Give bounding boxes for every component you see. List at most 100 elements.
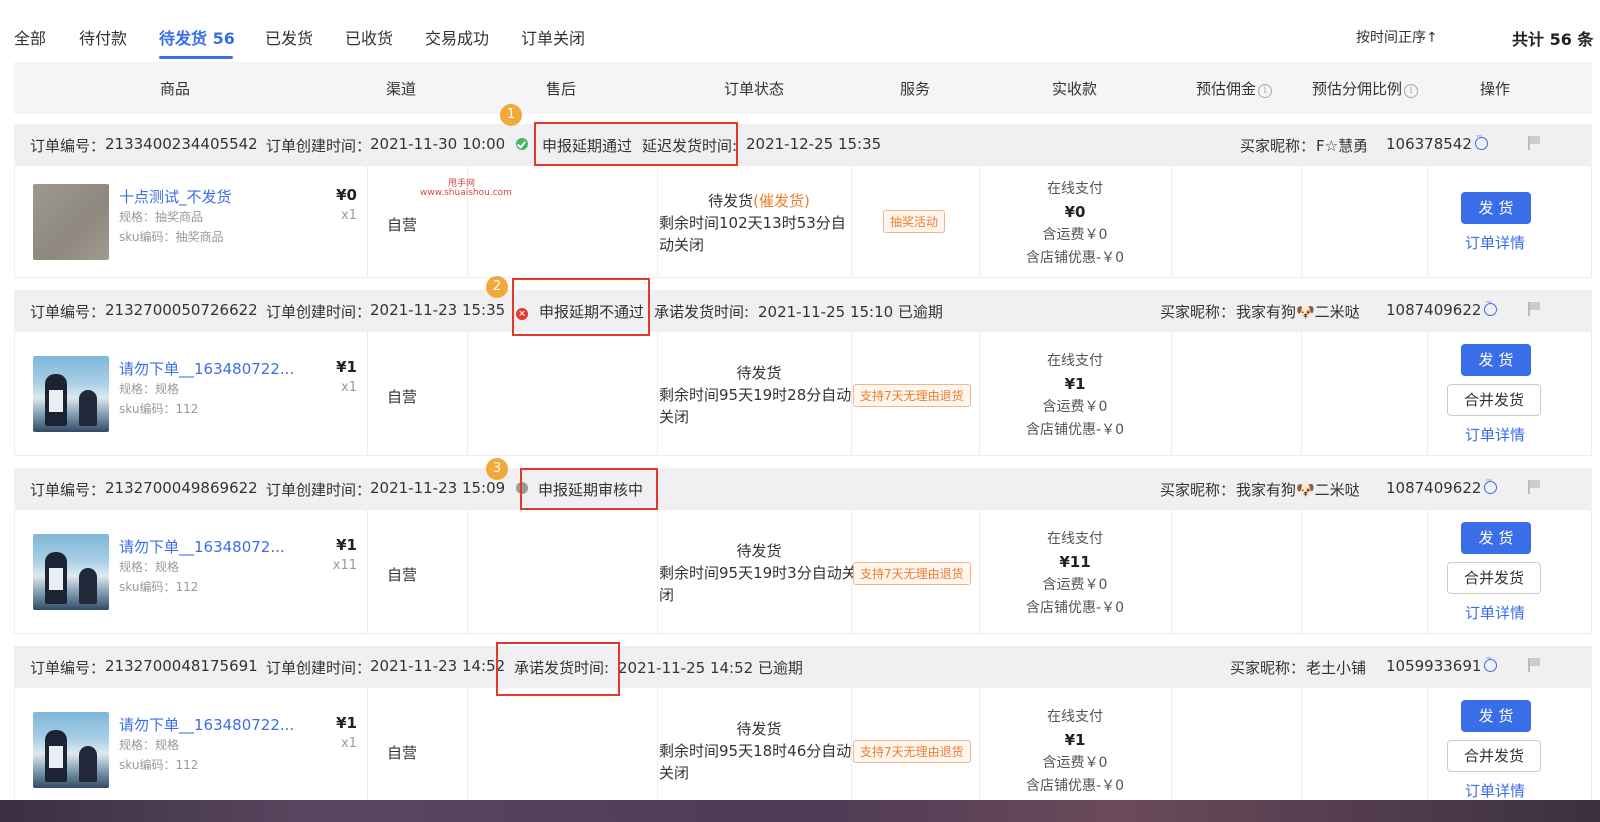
sort-toggle[interactable]: 按时间正序↑ <box>1356 27 1438 47</box>
flag-icon[interactable] <box>1528 658 1540 672</box>
order-no-label: 订单编号： <box>30 137 106 155</box>
flag-icon[interactable] <box>1528 136 1540 150</box>
buyer-contact[interactable]: 1087409622 <box>1386 298 1498 319</box>
tab-completed[interactable]: 交易成功 <box>425 25 489 49</box>
product-thumbnail[interactable] <box>33 712 109 788</box>
product-spec: 规格：抽奖商品 <box>119 210 204 224</box>
product-thumbnail[interactable] <box>33 534 109 610</box>
status-main: 待发货 <box>736 720 782 738</box>
tab-received[interactable]: 已收货 <box>345 25 393 49</box>
shop-discount: 含店铺优惠-￥0 <box>1026 778 1124 794</box>
order-no[interactable]: 2132700048175691 <box>105 657 258 675</box>
buyer-id: 1059933691 <box>1386 657 1482 675</box>
shop-discount: 含店铺优惠-￥0 <box>1026 250 1124 266</box>
merge-ship-button[interactable]: 合并发货 <box>1447 562 1541 594</box>
product-name[interactable]: 请勿下单__163480722... <box>119 358 294 379</box>
order-body: 请勿下单__163480722... 规格：规格 sku编码：112 ¥1 x1… <box>14 688 1592 812</box>
created-at: 2021-11-23 14:52 <box>370 657 506 675</box>
created-at-label: 订单创建时间： <box>266 137 372 155</box>
product-name[interactable]: 请勿下单__163480722... <box>119 714 294 735</box>
tab-pending-payment[interactable]: 待付款 <box>79 25 127 49</box>
merge-ship-button[interactable]: 合并发货 <box>1447 740 1541 772</box>
promise-label: 承诺发货时间: <box>654 303 750 321</box>
product-price: ¥1 <box>336 714 357 732</box>
product-sku: sku编码：112 <box>119 580 199 594</box>
ship-button[interactable]: 发 货 <box>1461 344 1531 376</box>
info-icon[interactable]: i <box>1404 84 1419 98</box>
product-name[interactable]: 十点测试_不发货 <box>119 186 232 207</box>
pay-method: 在线支付 <box>1047 709 1103 725</box>
chat-icon <box>1484 298 1498 316</box>
approved-icon <box>516 135 528 153</box>
tab-all[interactable]: 全部 <box>14 25 46 49</box>
ship-button[interactable]: 发 货 <box>1461 700 1531 732</box>
order-detail-link[interactable]: 订单详情 <box>1465 602 1525 623</box>
product-thumbnail[interactable] <box>33 356 109 432</box>
shipping-fee: 含运费￥0 <box>1042 755 1108 771</box>
ship-button[interactable]: 发 货 <box>1461 522 1531 554</box>
col-service: 服务 <box>900 80 931 98</box>
urge-shipment-tag: (催发货) <box>753 192 810 210</box>
tab-shipped[interactable]: 已发货 <box>265 25 313 49</box>
order-tabs: 全部 待付款 待发货 56 已发货 已收货 交易成功 订单关闭 按时间正序↑ 共… <box>0 0 1600 60</box>
service-tag: 支持7天无理由退货 <box>853 562 971 585</box>
order-detail-link[interactable]: 订单详情 <box>1465 780 1525 801</box>
flag-icon[interactable] <box>1528 480 1540 494</box>
ship-button[interactable]: 发 货 <box>1461 192 1531 224</box>
promise-time-overdue: 2021-11-25 15:10 已逾期 <box>758 303 943 321</box>
product-name[interactable]: 请勿下单__16348072... <box>119 536 285 557</box>
status-main: 待发货 <box>736 364 782 382</box>
order-header: 订单编号： 2132700048175691 订单创建时间： 2021-11-2… <box>14 646 1592 688</box>
merge-ship-button[interactable]: 合并发货 <box>1447 384 1541 416</box>
tab-closed[interactable]: 订单关闭 <box>521 25 585 49</box>
order-no[interactable]: 2132700049869622 <box>105 479 258 497</box>
pay-amount: ¥1 <box>1064 375 1086 393</box>
step-badge: 3 <box>486 458 508 480</box>
tab-pending-shipment[interactable]: 待发货 56 <box>159 25 235 49</box>
pay-method: 在线支付 <box>1047 531 1103 547</box>
created-at: 2021-11-30 10:00 <box>370 135 506 153</box>
pay-method: 在线支付 <box>1047 353 1103 369</box>
info-icon[interactable]: i <box>1258 84 1273 98</box>
created-at-label: 订单创建时间： <box>266 481 372 499</box>
order-no[interactable]: 2133400234405542 <box>105 135 258 153</box>
order-detail-link[interactable]: 订单详情 <box>1465 424 1525 445</box>
order-no[interactable]: 2132700050726622 <box>105 301 258 319</box>
order-no-label: 订单编号： <box>30 659 106 677</box>
col-action: 操作 <box>1480 80 1511 98</box>
order-body: 十点测试_不发货 规格：抽奖商品 sku编码：抽奖商品 ¥0 x1 自营 待发货… <box>14 166 1592 278</box>
watermark: www.shuaishou.com <box>420 188 512 198</box>
payment-info: 在线支付 ¥1 含运费￥0 含店铺优惠-￥0 <box>1005 706 1145 798</box>
highlight-box <box>512 278 650 336</box>
product-sku: sku编码：抽奖商品 <box>119 230 224 244</box>
shipping-fee: 含运费￥0 <box>1042 577 1108 593</box>
highlight-box <box>496 642 620 696</box>
shipping-fee: 含运费￥0 <box>1042 227 1108 243</box>
order-body: 请勿下单__163480722... 规格：规格 sku编码：112 ¥1 x1… <box>14 332 1592 456</box>
flag-icon[interactable] <box>1528 302 1540 316</box>
total-count: 共计 56 条 <box>1512 30 1594 49</box>
status-remaining: 剩余时间95天18时46分自动关闭 <box>659 742 852 782</box>
buyer-label: 买家昵称： <box>1160 303 1236 321</box>
buyer-id: 106378542 <box>1386 135 1472 153</box>
order-body: 请勿下单__16348072... 规格：规格 sku编码：112 ¥1 x11… <box>14 510 1592 634</box>
product-sku: sku编码：112 <box>119 402 199 416</box>
product-sku: sku编码：112 <box>119 758 199 772</box>
buyer-contact[interactable]: 1087409622 <box>1386 476 1498 497</box>
buyer-name: 老土小铺 <box>1306 659 1367 677</box>
status-remaining: 剩余时间102天13时53分自动关闭 <box>659 214 846 254</box>
buyer-contact[interactable]: 106378542 <box>1386 132 1488 153</box>
col-share-ratio: 预估分佣比例 i <box>1312 78 1419 99</box>
col-commission: 预估佣金 i <box>1196 78 1273 99</box>
buyer-name: 我家有狗🐶二米哒 <box>1236 303 1360 321</box>
order-detail-link[interactable]: 订单详情 <box>1465 232 1525 253</box>
taskbar-strip <box>0 800 1600 822</box>
buyer-contact[interactable]: 1059933691 <box>1386 654 1498 675</box>
col-product: 商品 <box>160 80 191 98</box>
created-at: 2021-11-23 15:35 <box>370 301 506 319</box>
shipping-fee: 含运费￥0 <box>1042 399 1108 415</box>
pay-amount: ¥11 <box>1059 553 1091 571</box>
product-thumbnail[interactable] <box>33 184 109 260</box>
service-tag: 支持7天无理由退货 <box>853 384 971 407</box>
service-tag: 支持7天无理由退货 <box>853 740 971 763</box>
